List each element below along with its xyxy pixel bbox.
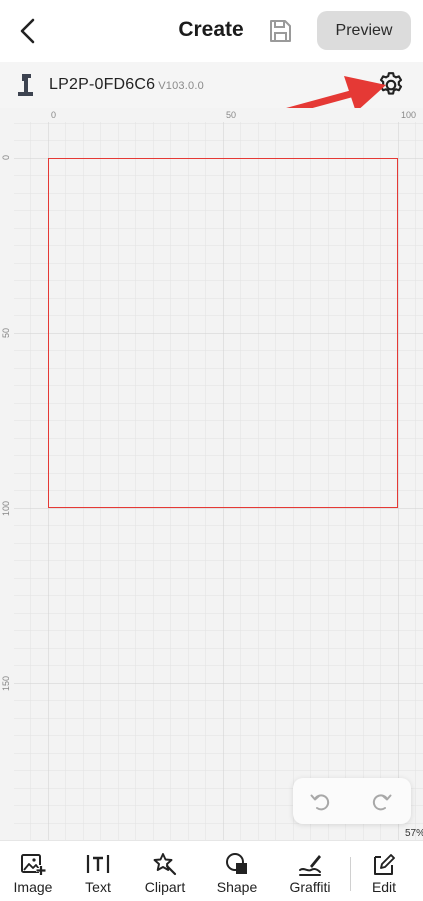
page-title: Create xyxy=(178,18,244,41)
graffiti-icon xyxy=(299,855,321,876)
device-name: LP2P-0FD6C6 xyxy=(49,76,156,93)
chevron-left-icon xyxy=(20,18,35,44)
ruler-label: 150 xyxy=(1,675,11,691)
ruler-label: 0 xyxy=(1,154,11,160)
design-canvas[interactable]: 0 50 100 0 50 100 150 57 xyxy=(0,108,423,840)
tool-graffiti[interactable]: Graffiti xyxy=(278,841,342,901)
vertical-ruler: 0 50 100 150 xyxy=(0,108,14,840)
edit-icon xyxy=(374,854,395,875)
print-area-boundary xyxy=(48,158,398,508)
tool-label: Edit xyxy=(371,879,397,895)
preview-button[interactable]: Preview xyxy=(317,11,411,50)
save-icon xyxy=(270,20,291,42)
ruler-label: 100 xyxy=(401,110,417,120)
toolbar-divider xyxy=(350,857,351,891)
text-icon xyxy=(86,855,110,873)
top-app-bar: Create Preview xyxy=(0,0,423,62)
undo-redo-panel xyxy=(293,778,411,824)
tool-image[interactable]: Image xyxy=(4,841,62,901)
tool-edit[interactable]: Edit xyxy=(356,841,412,901)
back-button[interactable] xyxy=(14,16,42,46)
image-add-icon xyxy=(21,854,46,875)
horizontal-ruler: 0 50 100 xyxy=(0,108,423,122)
redo-button[interactable] xyxy=(369,789,393,813)
tool-clipart[interactable]: Clipart xyxy=(134,841,196,901)
redo-icon xyxy=(372,794,392,811)
tool-label: Text xyxy=(85,879,111,895)
ruler-label: 50 xyxy=(1,327,11,338)
tool-shape[interactable]: Shape xyxy=(206,841,268,901)
ruler-label: 100 xyxy=(1,500,11,516)
tool-label: Image xyxy=(13,879,53,895)
firmware-version: V103.0.0 xyxy=(158,80,204,92)
gear-icon xyxy=(379,72,403,95)
undo-button[interactable] xyxy=(309,789,333,813)
undo-icon xyxy=(310,794,330,811)
settings-button[interactable] xyxy=(376,70,406,100)
shape-icon xyxy=(226,853,247,874)
create-screen: Create Preview LP2P-0FD6C6 V103.0.0 0 50… xyxy=(0,0,423,901)
printer-icon xyxy=(16,72,38,98)
tool-label: Shape xyxy=(216,879,258,895)
tool-label: Clipart xyxy=(144,879,186,895)
tool-text[interactable]: Text xyxy=(70,841,126,901)
bottom-toolbar: Image Text Clipart Shape Graffiti Edit xyxy=(0,840,423,901)
clipart-icon xyxy=(153,853,177,876)
ruler-label: 0 xyxy=(51,110,57,120)
save-button[interactable] xyxy=(267,18,293,44)
ruler-label: 50 xyxy=(226,110,237,120)
device-bar: LP2P-0FD6C6 V103.0.0 xyxy=(0,62,423,108)
tool-label: Graffiti xyxy=(289,879,331,895)
zoom-level: 57% xyxy=(405,828,423,839)
device-info: LP2P-0FD6C6 V103.0.0 xyxy=(49,76,204,94)
